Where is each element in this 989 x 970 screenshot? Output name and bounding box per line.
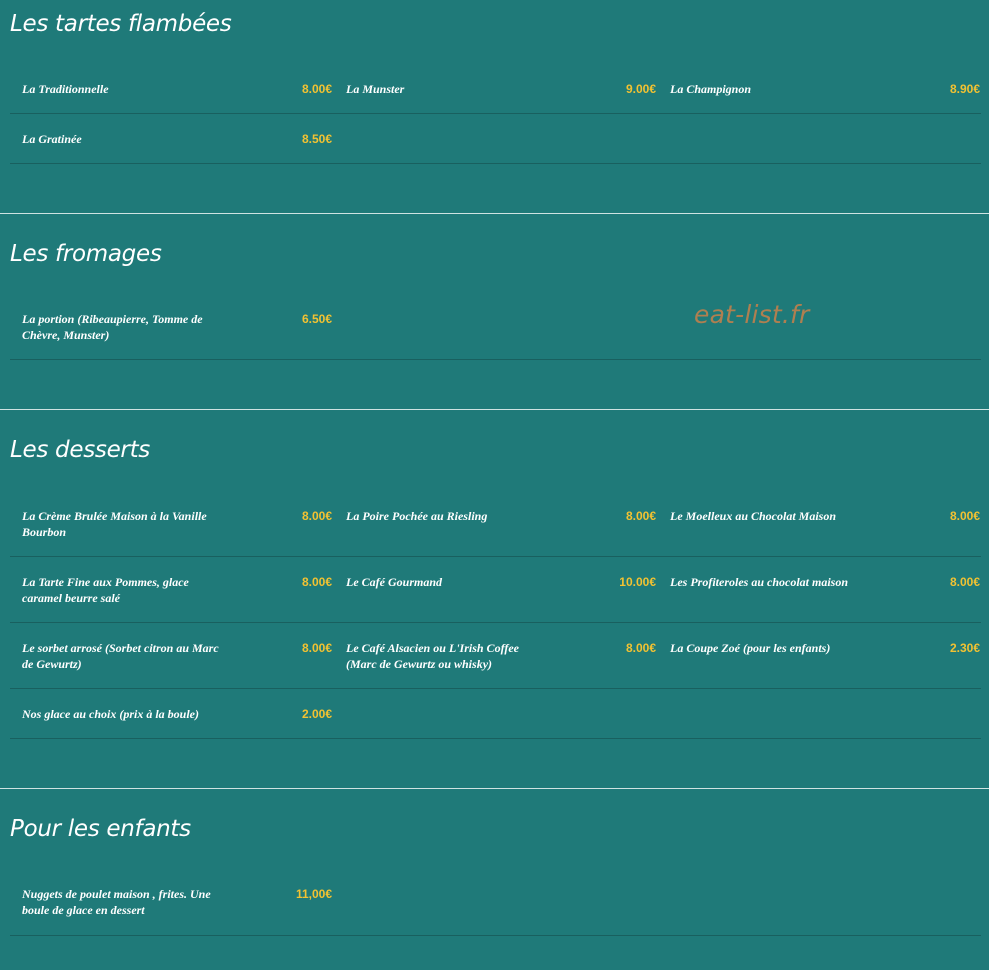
section-title-fromages: Les fromages (10, 241, 162, 267)
menu-item-name: Le Café Alsacien ou L'Irish Coffee (Marc… (346, 641, 519, 671)
section-title-enfants: Pour les enfants (10, 816, 191, 842)
menu-item-name: La Champignon (670, 82, 752, 96)
menu-item-price: 8.00€ (301, 641, 332, 655)
row-divider (10, 359, 981, 360)
menu-item-price: 8.00€ (301, 575, 332, 589)
menu-item-price: 8.00€ (625, 509, 656, 523)
menu-item-price: 6.50€ (301, 312, 332, 326)
menu-item[interactable]: Le Café Alsacien ou L'Irish Coffee (Marc… (334, 640, 658, 690)
menu-item[interactable]: Le sorbet arrosé (Sorbet citron au Marc … (10, 640, 334, 690)
menu-item-price: 8.00€ (949, 575, 980, 589)
menu-item-name: La portion (Ribeaupierre, Tomme de Chèvr… (22, 312, 203, 342)
menu-item[interactable]: Le Moelleux au Chocolat Maison 8.00€ (658, 508, 982, 558)
menu-item-name: Le Café Gourmand (346, 575, 442, 589)
menu-item-name: Le Moelleux au Chocolat Maison (670, 509, 837, 523)
menu-item[interactable]: La Coupe Zoé (pour les enfants) 2.30€ (658, 640, 982, 690)
row-divider (10, 738, 981, 739)
menu-item[interactable]: La Crème Brulée Maison à la Vanille Bour… (10, 508, 334, 558)
watermark: eat-list.fr (694, 300, 810, 329)
menu-item[interactable]: Nos glace au choix (prix à la boule) 2.0… (10, 706, 334, 756)
menu-item-price: 8.00€ (301, 82, 332, 96)
menu-item[interactable]: Nuggets de poulet maison , frites. Une b… (10, 886, 334, 936)
row-divider (10, 556, 981, 557)
row-divider (10, 163, 981, 164)
menu-item-price: 8.00€ (301, 509, 332, 523)
menu-item[interactable]: La Munster 9.00€ (334, 81, 658, 131)
row-divider (10, 935, 981, 936)
menu-item-price: 9.00€ (625, 82, 656, 96)
row-divider (10, 113, 981, 114)
menu-item-price: 2.30€ (949, 641, 980, 655)
menu-item-name: Le sorbet arrosé (Sorbet citron au Marc … (22, 641, 219, 671)
menu-item-name: La Munster (346, 82, 405, 96)
menu-item-name: Les Profiteroles au chocolat maison (670, 575, 848, 589)
menu-item[interactable]: La Gratinée 8.50€ (10, 131, 334, 181)
menu-item-price: 10.00€ (619, 575, 656, 589)
menu-item[interactable]: La portion (Ribeaupierre, Tomme de Chèvr… (10, 311, 334, 361)
menu-item[interactable]: La Poire Pochée au Riesling 8.00€ (334, 508, 658, 558)
section-divider (0, 213, 989, 214)
menu-item-name: La Crème Brulée Maison à la Vanille Bour… (22, 509, 207, 539)
menu-item-name: La Coupe Zoé (pour les enfants) (670, 641, 831, 655)
row-divider (10, 688, 981, 689)
menu-item-price: 8.00€ (625, 641, 656, 655)
menu-item-name: La Traditionnelle (22, 82, 109, 96)
section-title-desserts: Les desserts (10, 437, 150, 463)
menu-item-price: 8.50€ (301, 132, 332, 146)
menu-item[interactable]: La Champignon 8.90€ (658, 81, 982, 131)
menu-item-name: La Tarte Fine aux Pommes, glace caramel … (22, 575, 189, 605)
menu-item[interactable]: Les Profiteroles au chocolat maison 8.00… (658, 574, 982, 624)
menu-item[interactable]: La Tarte Fine aux Pommes, glace caramel … (10, 574, 334, 624)
row-divider (10, 622, 981, 623)
menu-item-price: 8.90€ (949, 82, 980, 96)
section-title-tartes-flambees: Les tartes flambées (10, 11, 232, 37)
menu-item[interactable]: Le Café Gourmand 10.00€ (334, 574, 658, 624)
section-divider (0, 788, 989, 789)
menu-item[interactable]: La Traditionnelle 8.00€ (10, 81, 334, 131)
menu-item-name: Nuggets de poulet maison , frites. Une b… (22, 887, 211, 917)
section-divider (0, 409, 989, 410)
menu-item-price: 11,00€ (295, 887, 332, 901)
menu-item-name: La Gratinée (22, 132, 82, 146)
menu-item-price: 2.00€ (301, 707, 332, 721)
menu-item-price: 8.00€ (949, 509, 980, 523)
menu-item-name: La Poire Pochée au Riesling (346, 509, 488, 523)
menu-item-name: Nos glace au choix (prix à la boule) (22, 707, 199, 721)
